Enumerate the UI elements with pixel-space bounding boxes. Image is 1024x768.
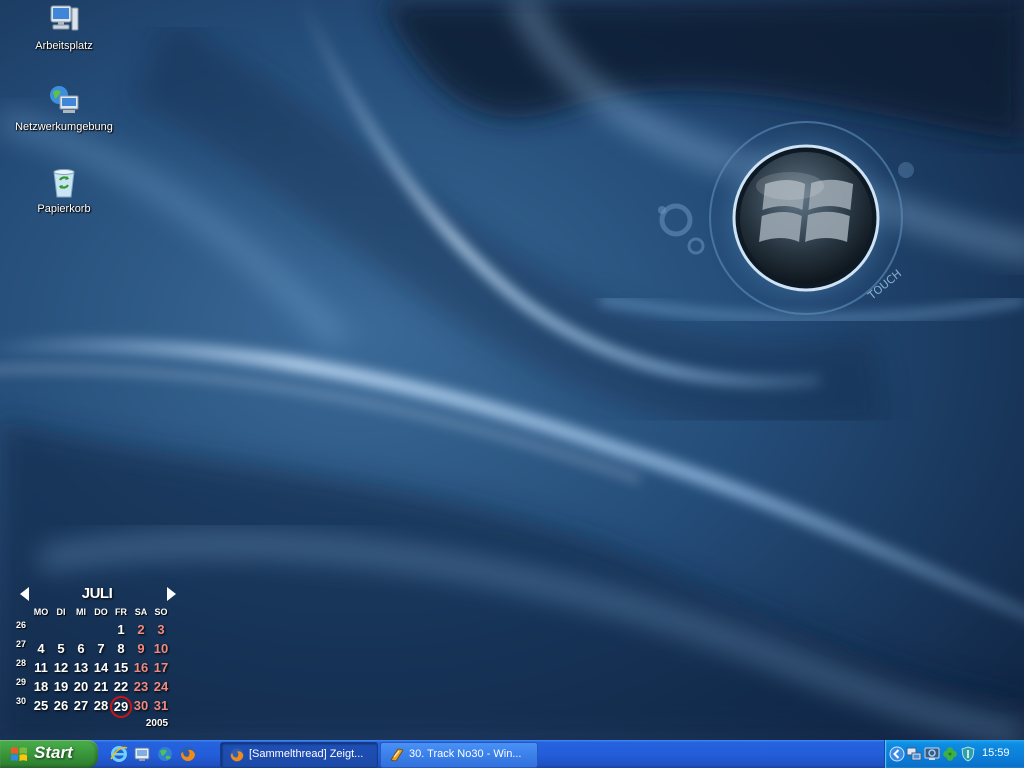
calendar-week-row: 29 18 19 20 21 22 23 24 <box>12 677 182 696</box>
show-desktop-icon[interactable] <box>133 745 151 763</box>
week-number: 29 <box>16 677 27 687</box>
calendar-weekday-header: MO DI MI DO FR SA SO <box>12 604 182 620</box>
week-number: 26 <box>16 620 27 630</box>
calendar-year: 2005 <box>145 718 169 729</box>
calendar-day[interactable]: 12 <box>51 660 71 675</box>
calendar-day[interactable]: 4 <box>31 641 51 656</box>
internet-explorer-icon[interactable] <box>110 745 128 763</box>
calendar-day[interactable]: 3 <box>151 622 171 637</box>
desktop-icon-label: Netzwerkumgebung <box>15 121 113 133</box>
calendar-day[interactable]: 23 <box>131 679 151 694</box>
network-icon[interactable] <box>906 746 922 762</box>
calendar-day[interactable]: 17 <box>151 660 171 675</box>
calendar-day[interactable]: 24 <box>151 679 171 694</box>
calendar-day[interactable]: 16 <box>131 660 151 675</box>
calendar-week-row: 26 1 2 3 <box>12 620 182 639</box>
calendar-header: JULI <box>12 584 182 604</box>
calendar-day[interactable]: 7 <box>91 641 111 656</box>
weekday-label: MO <box>33 607 49 617</box>
winamp-icon <box>390 748 404 762</box>
windows-flag-icon <box>11 747 27 761</box>
taskbar-button-label: [Sammelthread] Zeigt... <box>249 748 364 760</box>
desktop-icon-label: Arbeitsplatz <box>35 40 93 52</box>
start-label: Start <box>34 743 73 762</box>
recycle-bin-icon <box>53 169 75 198</box>
calendar-day[interactable]: 10 <box>151 641 171 656</box>
taskbar-button-winamp[interactable]: 30. Track No30 - Win... <box>380 742 538 768</box>
calendar-day[interactable]: 13 <box>71 660 91 675</box>
calendar-day[interactable]: 2 <box>131 622 151 637</box>
desktop-icon-recycle-bin[interactable]: Papierkorb <box>9 166 119 215</box>
calendar-day[interactable]: 30 <box>131 698 151 713</box>
firefox-icon <box>230 748 244 762</box>
calendar-day[interactable]: 15 <box>111 660 131 675</box>
weekday-label: DI <box>56 607 66 617</box>
weekday-label: DO <box>94 607 108 617</box>
taskbar: Start [Sammelthread] Zeigt... 30. Track … <box>0 740 1024 768</box>
taskbar-button-label: 30. Track No30 - Win... <box>409 748 522 760</box>
weekday-label: MI <box>76 607 86 617</box>
clock[interactable]: 15:59 <box>982 747 1010 759</box>
next-month-arrow-icon[interactable] <box>167 587 176 601</box>
taskbar-button-firefox[interactable]: [Sammelthread] Zeigt... <box>220 742 378 768</box>
calendar-day[interactable]: 27 <box>71 698 91 713</box>
weekday-label: SO <box>154 607 168 617</box>
network-places-icon <box>50 86 79 113</box>
calendar-week-row: 30 25 26 27 28 29 30 31 <box>12 696 182 718</box>
calendar-day[interactable]: 9 <box>131 641 151 656</box>
calendar-week-row: 27 4 5 6 7 8 9 10 <box>12 639 182 658</box>
globe-icon[interactable] <box>156 745 174 763</box>
calendar-day-today[interactable]: 29 <box>110 696 132 718</box>
calendar-day[interactable]: 14 <box>91 660 111 675</box>
calendar-day[interactable]: 22 <box>111 679 131 694</box>
calendar-day[interactable]: 26 <box>51 698 71 713</box>
calendar-day[interactable]: 19 <box>51 679 71 694</box>
system-tray: 15:59 <box>884 740 1024 768</box>
calendar-day[interactable]: 21 <box>91 679 111 694</box>
calendar-grid: 26 1 2 3 27 4 5 6 7 8 9 10 28 11 12 13 14 15 16 17 29 18 19 20 2… <box>12 620 182 718</box>
monitor-icon[interactable] <box>924 746 940 762</box>
calendar-day[interactable]: 20 <box>71 679 91 694</box>
week-number: 30 <box>16 696 27 706</box>
firefox-icon[interactable] <box>179 745 197 763</box>
week-number: 28 <box>16 658 27 668</box>
calendar-day[interactable]: 18 <box>31 679 51 694</box>
calendar-month: JULI <box>81 585 113 602</box>
calendar-day[interactable]: 31 <box>151 698 171 713</box>
calendar-day[interactable]: 25 <box>31 698 51 713</box>
calendar-week-row: 28 11 12 13 14 15 16 17 <box>12 658 182 677</box>
weekday-label: SA <box>134 607 148 617</box>
calendar-day[interactable]: 5 <box>51 641 71 656</box>
desktop-icon-label: Papierkorb <box>37 203 91 215</box>
clover-icon[interactable] <box>942 746 958 762</box>
desktop-icon-my-computer[interactable]: Arbeitsplatz <box>9 3 119 52</box>
calendar-day[interactable]: 6 <box>71 641 91 656</box>
calendar-day[interactable]: 28 <box>91 698 111 713</box>
desktop-icon-network-places[interactable]: Netzwerkumgebung <box>9 84 119 133</box>
weekday-label: FR <box>115 607 127 617</box>
show-hidden-icon[interactable] <box>889 746 905 762</box>
my-computer-icon <box>50 5 79 31</box>
calendar-day[interactable]: 1 <box>111 622 131 637</box>
week-number: 27 <box>16 639 27 649</box>
calendar-widget: JULI MO DI MI DO FR SA SO 26 1 2 3 27 4 5 6 7 8 9 1… <box>12 584 182 729</box>
calendar-day[interactable]: 11 <box>31 660 51 675</box>
calendar-day[interactable]: 8 <box>111 641 131 656</box>
start-button[interactable]: Start <box>0 740 98 768</box>
shield-icon[interactable] <box>960 746 976 762</box>
